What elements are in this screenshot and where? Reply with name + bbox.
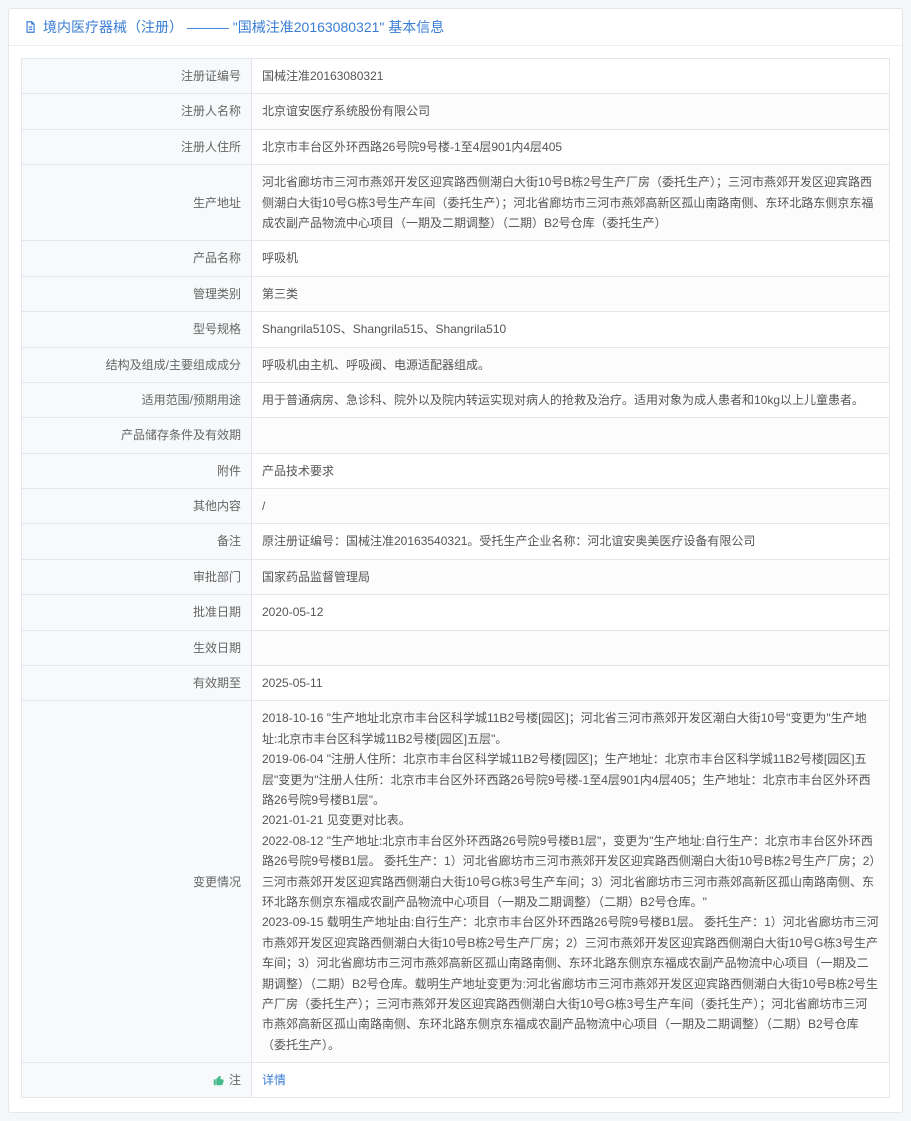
device-info-card: 境内医疗器械（注册） ——— "国械注准20163080321" 基本信息 注册… [8,8,903,1113]
row-label: 生产地址 [22,165,252,241]
table-row: 有效期至2025-05-11 [22,666,890,701]
row-label: 注册人名称 [22,94,252,129]
row-label: 生效日期 [22,630,252,665]
row-value: 用于普通病房、急诊科、院外以及院内转运实现对病人的抢救及治疗。适用对象为成人患者… [252,382,890,417]
title-id: "国械注准20163080321" [233,19,385,35]
table-row: 审批部门国家药品监督管理局 [22,559,890,594]
table-row: 产品名称呼吸机 [22,241,890,276]
title-suffix: 基本信息 [384,19,444,35]
row-label: 适用范围/预期用途 [22,382,252,417]
row-value: 产品技术要求 [252,453,890,488]
row-value: 国家药品监督管理局 [252,559,890,594]
table-row: 变更情况2018-10-16 "生产地址北京市丰台区科学城11B2号楼[园区]；… [22,701,890,1063]
table-row: 备注原注册证编号：国械注准20163540321。受托生产企业名称：河北谊安奥美… [22,524,890,559]
thumbs-up-icon [213,1075,225,1087]
row-value: 国械注准20163080321 [252,59,890,94]
table-row: 结构及组成/主要组成成分呼吸机由主机、呼吸阀、电源适配器组成。 [22,347,890,382]
document-icon [23,20,37,34]
table-row: 生效日期 [22,630,890,665]
row-value: / [252,489,890,524]
row-value: 2018-10-16 "生产地址北京市丰台区科学城11B2号楼[园区]；河北省三… [252,701,890,1063]
table-row: 生产地址河北省廊坊市三河市燕郊开发区迎宾路西侧潮白大街10号B栋2号生产厂房（委… [22,165,890,241]
table-row: 附件产品技术要求 [22,453,890,488]
table-row: 适用范围/预期用途用于普通病房、急诊科、院外以及院内转运实现对病人的抢救及治疗。… [22,382,890,417]
row-value: 第三类 [252,276,890,311]
card-header: 境内医疗器械（注册） ——— "国械注准20163080321" 基本信息 [9,9,902,46]
row-label: 结构及组成/主要组成成分 [22,347,252,382]
row-value: Shangrila510S、Shangrila515、Shangrila510 [252,312,890,347]
row-label: 注 [22,1063,252,1098]
row-label: 附件 [22,453,252,488]
row-label: 型号规格 [22,312,252,347]
title-prefix: 境内医疗器械（注册） ——— [43,19,233,35]
row-value [252,418,890,453]
row-label: 有效期至 [22,666,252,701]
row-value: 北京市丰台区外环西路26号院9号楼-1至4层901内4层405 [252,129,890,164]
row-value: 北京谊安医疗系统股份有限公司 [252,94,890,129]
table-row: 管理类别第三类 [22,276,890,311]
row-value: 详情 [252,1063,890,1098]
row-label: 审批部门 [22,559,252,594]
row-label: 其他内容 [22,489,252,524]
row-label: 产品名称 [22,241,252,276]
row-value: 呼吸机由主机、呼吸阀、电源适配器组成。 [252,347,890,382]
row-label: 管理类别 [22,276,252,311]
row-label: 产品储存条件及有效期 [22,418,252,453]
row-label: 备注 [22,524,252,559]
detail-link[interactable]: 详情 [262,1073,286,1087]
table-row: 批准日期2020-05-12 [22,595,890,630]
row-value: 2020-05-12 [252,595,890,630]
card-title: 境内医疗器械（注册） ——— "国械注准20163080321" 基本信息 [43,17,444,37]
table-row: 注册证编号国械注准20163080321 [22,59,890,94]
row-label: 注册证编号 [22,59,252,94]
row-value: 呼吸机 [252,241,890,276]
row-label: 注册人住所 [22,129,252,164]
table-row: 其他内容/ [22,489,890,524]
table-row: 产品储存条件及有效期 [22,418,890,453]
table-row: 型号规格Shangrila510S、Shangrila515、Shangrila… [22,312,890,347]
row-value: 2025-05-11 [252,666,890,701]
info-table: 注册证编号国械注准20163080321注册人名称北京谊安医疗系统股份有限公司注… [21,58,890,1098]
row-value: 原注册证编号：国械注准20163540321。受托生产企业名称：河北谊安奥美医疗… [252,524,890,559]
table-row: 注册人住所北京市丰台区外环西路26号院9号楼-1至4层901内4层405 [22,129,890,164]
table-row-note: 注 详情 [22,1063,890,1098]
table-row: 注册人名称北京谊安医疗系统股份有限公司 [22,94,890,129]
row-value: 河北省廊坊市三河市燕郊开发区迎宾路西侧潮白大街10号B栋2号生产厂房（委托生产）… [252,165,890,241]
row-label: 批准日期 [22,595,252,630]
row-value [252,630,890,665]
note-label-text: 注 [229,1073,241,1087]
row-label: 变更情况 [22,701,252,1063]
